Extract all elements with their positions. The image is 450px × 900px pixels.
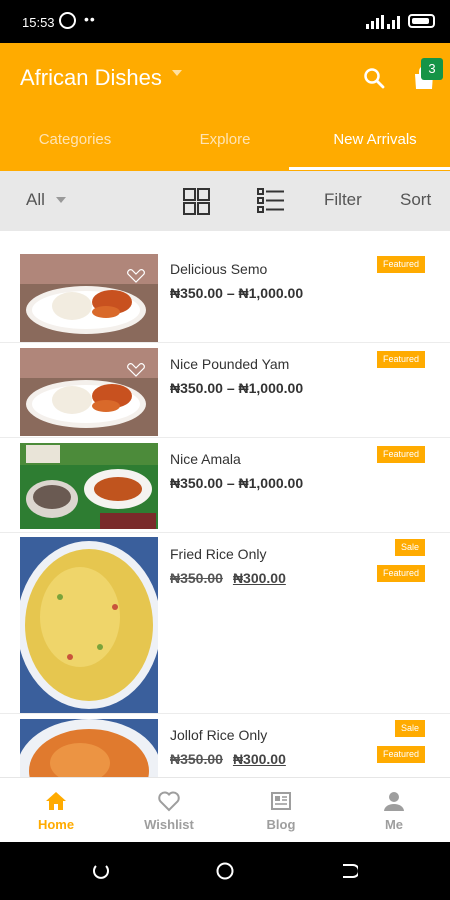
whatsapp-icon bbox=[59, 12, 76, 29]
product-item[interactable]: Nice Pounded Yam ₦350.00 – ₦1,000.00 Fea… bbox=[0, 343, 450, 438]
signal-icon bbox=[366, 15, 400, 29]
heart-icon bbox=[158, 791, 180, 812]
title-dropdown-icon[interactable] bbox=[172, 70, 182, 76]
nav-me[interactable]: Me bbox=[338, 778, 450, 843]
product-image-semo[interactable] bbox=[20, 254, 158, 342]
product-price: ₦350.00 – ₦1,000.00 bbox=[170, 475, 304, 491]
product-image-pounded-yam[interactable] bbox=[20, 348, 158, 436]
sale-badge: Sale bbox=[395, 539, 426, 556]
nav-home[interactable]: Home bbox=[0, 778, 112, 843]
app-bar: African Dishes 3 Categories Explore New … bbox=[0, 43, 450, 171]
list-view-icon[interactable] bbox=[257, 188, 285, 214]
featured-badge: Featured bbox=[377, 565, 426, 582]
product-name[interactable]: Delicious Semo bbox=[170, 261, 267, 277]
tab-categories[interactable]: Categories bbox=[0, 123, 150, 171]
product-name[interactable]: Nice Pounded Yam bbox=[170, 356, 289, 372]
category-dropdown-icon[interactable] bbox=[56, 197, 66, 203]
product-item[interactable]: Fried Rice Only ₦350.00 ₦300.00 Sale Feat… bbox=[0, 533, 450, 714]
product-price: ₦350.00 ₦300.00 bbox=[170, 751, 286, 767]
tab-bar: Categories Explore New Arrivals bbox=[0, 123, 450, 171]
home-icon bbox=[46, 792, 66, 810]
sort-button[interactable]: Sort bbox=[400, 190, 431, 210]
product-image-fried-rice[interactable] bbox=[20, 537, 158, 713]
product-image-jollof-rice[interactable] bbox=[20, 719, 158, 777]
back-icon[interactable] bbox=[340, 862, 358, 880]
sale-price: ₦300.00 bbox=[232, 751, 286, 767]
sale-badge: Sale bbox=[395, 720, 426, 737]
nav-wishlist-label: Wishlist bbox=[144, 817, 194, 832]
nav-home-label: Home bbox=[37, 817, 75, 832]
tab-explore[interactable]: Explore bbox=[150, 123, 300, 171]
featured-badge: Featured bbox=[377, 256, 426, 273]
product-price: ₦350.00 ₦300.00 bbox=[170, 570, 286, 586]
recents-icon[interactable] bbox=[92, 862, 110, 880]
tab-new-arrivals[interactable]: New Arrivals bbox=[300, 123, 450, 171]
list-toolbar: All Filter Sort bbox=[0, 171, 450, 231]
featured-badge: Featured bbox=[377, 446, 426, 463]
product-image-amala[interactable] bbox=[20, 443, 158, 529]
bottom-navigation: Home Wishlist Blog Me bbox=[0, 777, 450, 842]
grid-view-icon[interactable] bbox=[183, 188, 210, 215]
product-price: ₦350.00 – ₦1,000.00 bbox=[170, 285, 304, 301]
app-title[interactable]: African Dishes bbox=[20, 65, 162, 91]
product-item[interactable]: Delicious Semo ₦350.00 – ₦1,000.00 Featu… bbox=[0, 231, 450, 343]
product-name[interactable]: Jollof Rice Only bbox=[170, 727, 267, 743]
nav-blog[interactable]: Blog bbox=[225, 778, 337, 843]
status-time: 15:53 bbox=[22, 15, 55, 30]
more-notifications-icon: •• bbox=[84, 11, 96, 27]
search-icon[interactable] bbox=[362, 66, 386, 90]
filter-button[interactable]: Filter bbox=[324, 190, 362, 210]
active-tab-indicator bbox=[289, 167, 450, 170]
newspaper-icon bbox=[271, 792, 291, 810]
battery-icon bbox=[408, 14, 435, 28]
nav-wishlist[interactable]: Wishlist bbox=[113, 778, 225, 843]
original-price: ₦350.00 bbox=[170, 570, 223, 586]
status-bar: 15:53 •• bbox=[0, 0, 450, 43]
product-name[interactable]: Fried Rice Only bbox=[170, 546, 266, 562]
system-navigation-bar bbox=[0, 842, 450, 900]
category-select[interactable]: All bbox=[26, 190, 45, 210]
person-icon bbox=[384, 792, 404, 811]
home-button-icon[interactable] bbox=[216, 862, 234, 880]
product-item[interactable]: Jollof Rice Only ₦350.00 ₦300.00 Sale Fea… bbox=[0, 714, 450, 777]
product-price: ₦350.00 – ₦1,000.00 bbox=[170, 380, 304, 396]
product-list: Delicious Semo ₦350.00 – ₦1,000.00 Featu… bbox=[0, 231, 450, 777]
sale-price: ₦300.00 bbox=[232, 570, 286, 586]
product-item[interactable]: Nice Amala ₦350.00 – ₦1,000.00 Featured bbox=[0, 438, 450, 533]
featured-badge: Featured bbox=[377, 746, 426, 763]
featured-badge: Featured bbox=[377, 351, 426, 368]
product-name[interactable]: Nice Amala bbox=[170, 451, 241, 467]
nav-me-label: Me bbox=[384, 817, 404, 832]
original-price: ₦350.00 bbox=[170, 751, 223, 767]
cart-count-badge: 3 bbox=[421, 58, 443, 80]
nav-blog-label: Blog bbox=[266, 817, 296, 832]
